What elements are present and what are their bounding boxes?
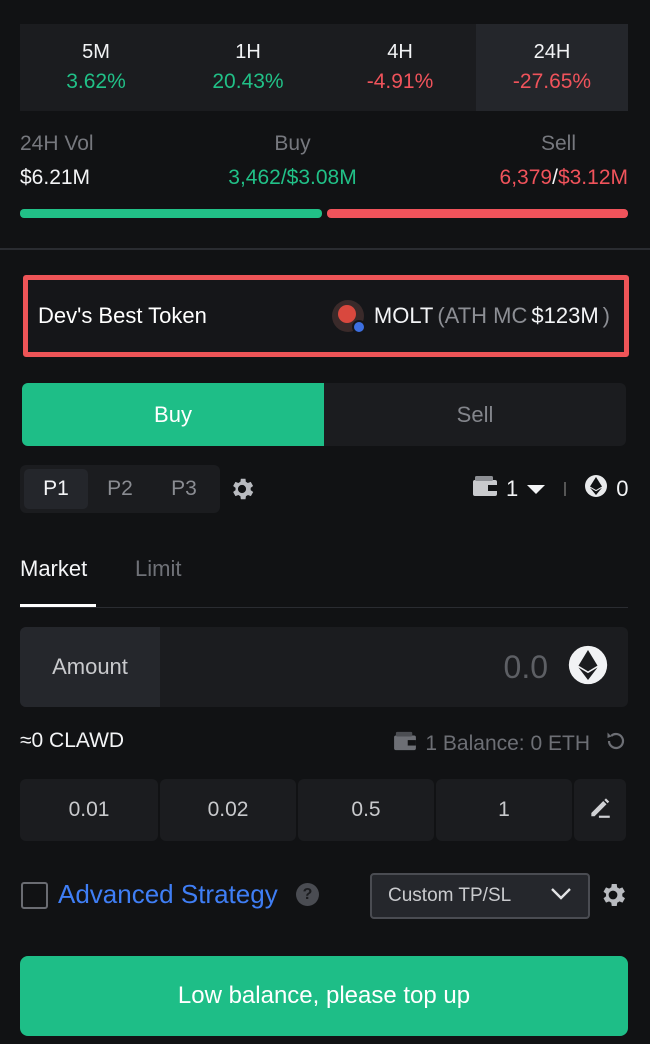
quick-amount-button[interactable]: 0.01: [20, 779, 158, 841]
active-tab-indicator: [20, 604, 96, 607]
divider: [564, 482, 567, 496]
ath-prefix: (ATH MC: [437, 303, 528, 328]
volume-label: 24H Vol: [20, 132, 94, 155]
timeframe-change: 20.43%: [212, 70, 284, 93]
dev-best-token-banner[interactable]: Dev's Best Token MOLT (ATH MC $123M ): [23, 275, 629, 357]
sell-volume-value: 6,379/$3.12M: [500, 166, 628, 190]
timeframe-24h[interactable]: 24H -27.65%: [476, 24, 628, 111]
tab-baseline: [20, 607, 628, 608]
timeframe-label: 1H: [235, 41, 261, 63]
amount-label: Amount: [20, 627, 160, 707]
sell-count: 6,379: [499, 166, 553, 189]
ath-suffix: ): [602, 303, 610, 328]
token-avatar-icon: [331, 300, 366, 334]
estimated-receive: ≈0 CLAWD: [20, 729, 125, 752]
volume-stats: 24H Vol $6.21M Buy 3,462/$3.08M Sell 6,3…: [20, 132, 628, 202]
top-up-button[interactable]: Low balance, please top up: [20, 956, 628, 1036]
advanced-strategy-checkbox[interactable]: [21, 882, 48, 909]
sell-tab[interactable]: Sell: [324, 383, 626, 446]
trade-side-toggle: Buy Sell: [22, 383, 626, 446]
quick-amount-button[interactable]: 0.02: [160, 779, 296, 841]
volume-value: $6.21M: [20, 166, 91, 189]
wallet-count[interactable]: 1: [506, 476, 518, 502]
tab-market[interactable]: Market: [20, 556, 87, 582]
timeframe-5m[interactable]: 5M 3.62%: [20, 24, 172, 111]
section-divider: [0, 248, 650, 250]
quick-amount-button[interactable]: 0.5: [298, 779, 434, 841]
best-token-title: Dev's Best Token: [38, 303, 207, 328]
timeframe-label: 5M: [82, 41, 110, 63]
timeframe-change: 3.62%: [66, 70, 126, 93]
buy-count: 3,462: [228, 166, 281, 189]
strategy-settings-icon[interactable]: [598, 880, 628, 915]
tp-sl-value: Custom TP/SL: [388, 885, 512, 906]
preset-p3[interactable]: P3: [152, 469, 216, 509]
tp-sl-select[interactable]: Custom TP/SL: [370, 873, 590, 919]
sell-volume-label: Sell: [540, 132, 576, 155]
eth-icon: [584, 474, 608, 504]
best-token-info: MOLT (ATH MC $123M ): [331, 300, 610, 334]
advanced-strategy-link[interactable]: Advanced Strategy: [58, 879, 278, 910]
quick-amount-button[interactable]: 1: [436, 779, 572, 841]
buy-volume: Buy 3,462/$3.08M: [220, 132, 365, 190]
amount-field: Amount: [20, 627, 628, 707]
preset-selector: P1 P2 P3: [20, 465, 220, 513]
preset-settings-icon[interactable]: [228, 475, 256, 508]
timeframe-1h[interactable]: 1H 20.43%: [172, 24, 324, 111]
timeframe-4h[interactable]: 4H -4.91%: [324, 24, 476, 111]
pencil-icon: [587, 794, 613, 826]
help-icon[interactable]: ?: [296, 883, 319, 906]
buy-tab[interactable]: Buy: [22, 383, 324, 446]
sell-volume: Sell 6,379/$3.12M: [500, 132, 628, 190]
refresh-icon[interactable]: [604, 729, 628, 759]
buy-volume-value: 3,462/$3.08M: [220, 166, 365, 190]
amount-input[interactable]: [348, 648, 548, 686]
timeframe-label: 24H: [533, 41, 571, 63]
buy-volume-bar: [20, 209, 322, 218]
balance-text: 1 Balance: 0 ETH: [425, 732, 590, 755]
eth-balance: 0: [616, 476, 629, 501]
sell-amount: $3.12M: [557, 166, 628, 189]
chevron-down-icon[interactable]: [526, 476, 546, 502]
balance-info: 1 Balance: 0 ETH: [393, 729, 628, 759]
token-symbol: MOLT: [373, 303, 434, 328]
edit-quick-amounts-button[interactable]: [574, 779, 626, 841]
wallet-icon: [393, 731, 417, 757]
tab-limit[interactable]: Limit: [135, 556, 181, 582]
amount-input-wrap: [160, 627, 628, 707]
wallet-group: 1 0: [472, 474, 629, 504]
chevron-down-icon: [550, 885, 572, 907]
buy-volume-label: Buy: [274, 132, 311, 155]
preset-p1[interactable]: P1: [24, 469, 88, 509]
wallet-icon: [472, 475, 498, 503]
timeframe-change: -4.91%: [366, 70, 434, 93]
buy-amount: $3.08M: [286, 166, 357, 189]
estimate-row: ≈0 CLAWD 1 Balance: 0 ETH: [20, 729, 628, 757]
ath-market-cap: $123M: [531, 303, 599, 328]
volume-24h: 24H Vol $6.21M: [20, 132, 94, 190]
sell-volume-bar: [327, 209, 628, 218]
timeframe-change: -27.65%: [512, 70, 592, 93]
eth-icon: [568, 645, 608, 690]
timeframe-label: 4H: [387, 41, 413, 63]
timeframe-stats: 5M 3.62% 1H 20.43% 4H -4.91% 24H -27.65%: [20, 24, 628, 111]
preset-p2[interactable]: P2: [88, 469, 152, 509]
